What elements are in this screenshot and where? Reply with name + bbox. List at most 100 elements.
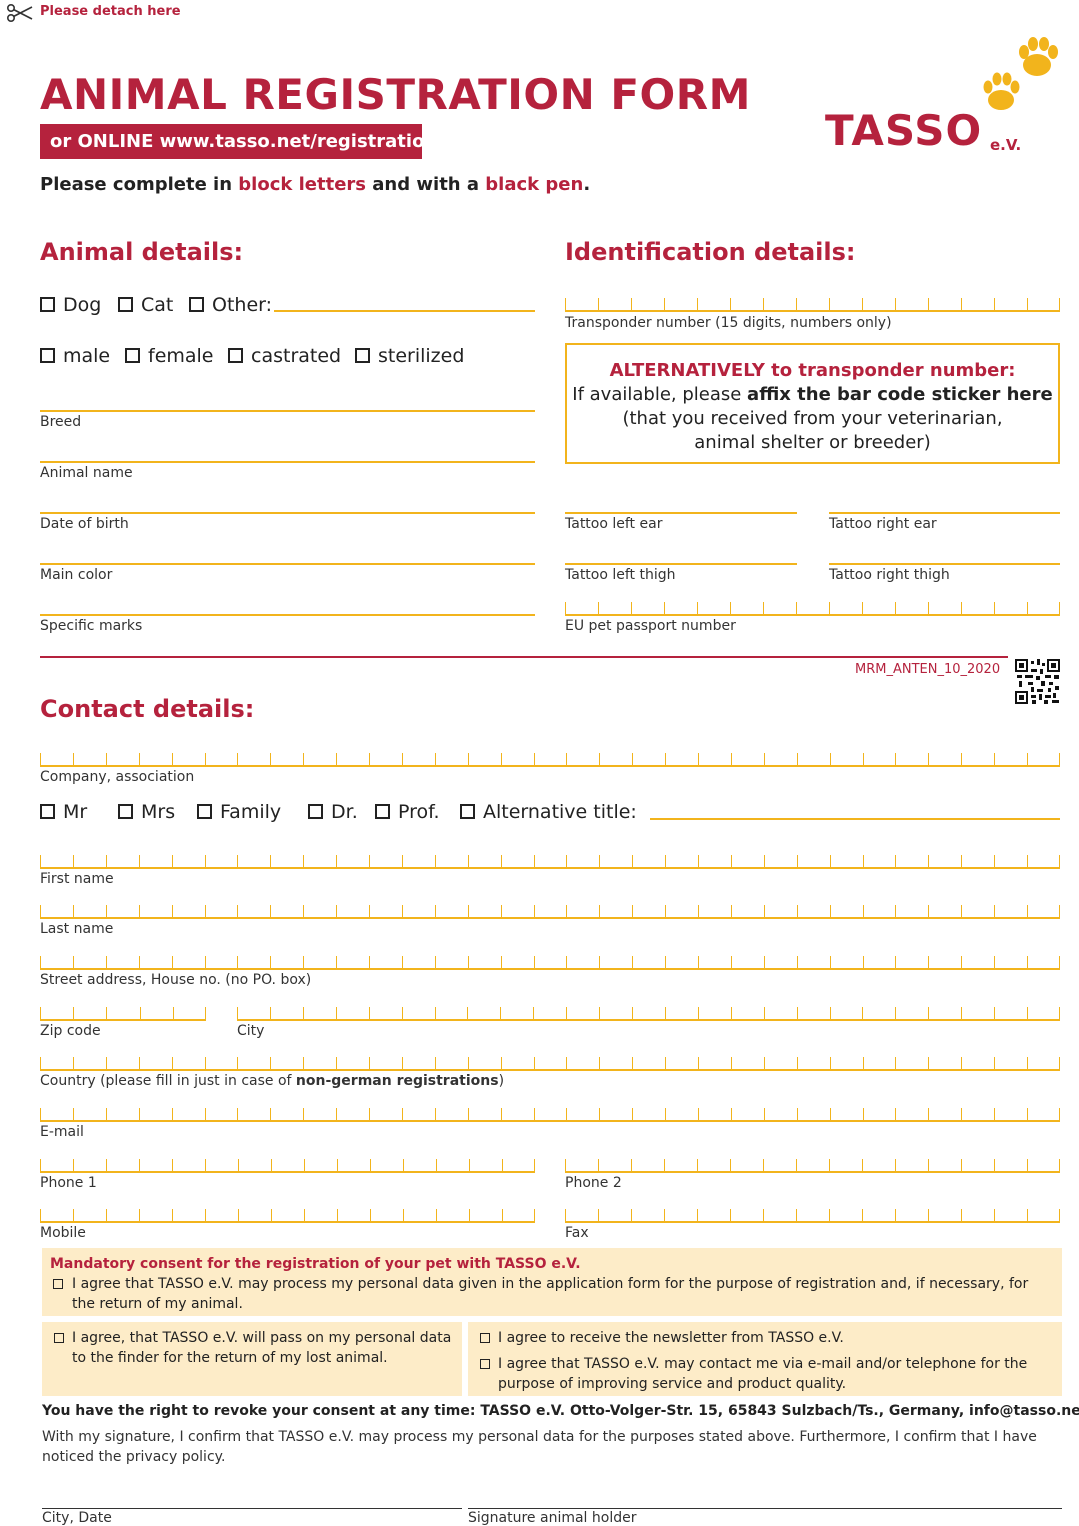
mandatory-consent-checkbox[interactable]: [53, 1279, 63, 1289]
other-species-field[interactable]: [274, 310, 535, 312]
optional-consent-box: I agree to receive the newsletter from T…: [468, 1322, 1062, 1396]
checkbox-family[interactable]: Family: [197, 801, 281, 823]
checkbox-alternative-title[interactable]: Alternative title:: [460, 801, 637, 823]
mobile-field[interactable]: [40, 1203, 535, 1223]
cell-tick: [796, 1007, 798, 1019]
cell-tick: [270, 753, 272, 765]
specific-marks-field[interactable]: [40, 614, 535, 616]
cell-tick: [502, 1159, 503, 1171]
cell-tick: [961, 1108, 963, 1120]
cell-tick: [796, 1209, 797, 1221]
breed-label: Breed: [40, 414, 82, 430]
cell-tick: [533, 855, 535, 867]
alternative-title-field[interactable]: [650, 818, 1060, 820]
cell-tick: [204, 753, 206, 765]
cell-tick: [599, 1108, 601, 1120]
cell-tick: [829, 602, 830, 614]
checkbox-female[interactable]: female: [125, 345, 214, 367]
cell-tick: [665, 905, 667, 917]
cell-tick: [599, 855, 601, 867]
checkbox-prof[interactable]: Prof.: [375, 801, 440, 823]
cell-tick: [238, 1159, 239, 1171]
mandatory-consent-box: Mandatory consent for the registration o…: [42, 1248, 1062, 1316]
animal-name-field[interactable]: [40, 461, 535, 463]
cell-tick: [994, 1209, 995, 1221]
cell-tick: [862, 1209, 863, 1221]
contact-consent-item[interactable]: I agree that TASSO e.V. may contact me v…: [468, 1354, 1054, 1394]
cell-tick: [1058, 753, 1060, 765]
cell-tick: [796, 1159, 797, 1171]
form-title: ANIMAL REGISTRATION FORM: [40, 70, 751, 119]
newsletter-consent-item[interactable]: I agree to receive the newsletter from T…: [468, 1328, 1054, 1348]
cell-tick: [665, 1108, 667, 1120]
cell-tick: [172, 1007, 174, 1019]
main-color-field[interactable]: [40, 563, 535, 565]
mandatory-consent-item[interactable]: I agree that TASSO e.V. may process my p…: [50, 1274, 1054, 1314]
cell-tick: [106, 1007, 108, 1019]
checkbox-cat[interactable]: Cat: [118, 294, 173, 316]
transponder-number-field[interactable]: [565, 292, 1060, 312]
cell-tick: [469, 1159, 470, 1171]
checkbox-castrated[interactable]: castrated: [228, 345, 341, 367]
passport-number-field[interactable]: [565, 596, 1060, 616]
tattoo-left-thigh-field[interactable]: [565, 563, 797, 565]
country-field[interactable]: [40, 1051, 1060, 1071]
cell-tick: [895, 1007, 897, 1019]
checkbox-male[interactable]: male: [40, 345, 110, 367]
cell-tick: [1058, 956, 1060, 968]
checkbox-mrs[interactable]: Mrs: [118, 801, 175, 823]
cell-tick: [434, 956, 436, 968]
cell-tick: [205, 1159, 206, 1171]
cell-tick: [401, 905, 403, 917]
animal-name-label: Animal name: [40, 465, 133, 481]
phone2-field[interactable]: [565, 1153, 1060, 1173]
last-name-label: Last name: [40, 921, 114, 937]
company-field[interactable]: [40, 747, 1060, 767]
cell-tick: [368, 1007, 370, 1019]
city-date-line[interactable]: [42, 1508, 462, 1509]
finder-consent-checkbox[interactable]: [54, 1333, 64, 1343]
checkbox-sterilized[interactable]: sterilized: [355, 345, 464, 367]
first-name-field[interactable]: [40, 849, 1060, 869]
checkbox-dr[interactable]: Dr.: [308, 801, 358, 823]
cell-tick: [237, 1007, 238, 1019]
cell-tick: [1058, 298, 1060, 310]
cell-tick: [599, 1007, 601, 1019]
cell-tick: [172, 1209, 173, 1221]
cell-tick: [434, 1007, 436, 1019]
cell-tick: [862, 1108, 864, 1120]
tattoo-right-thigh-field[interactable]: [829, 563, 1060, 565]
tattoo-right-ear-field[interactable]: [829, 512, 1060, 514]
checkbox-dog[interactable]: Dog: [40, 294, 101, 316]
cell-tick: [598, 1209, 599, 1221]
last-name-field[interactable]: [40, 899, 1060, 919]
cell-tick: [665, 753, 667, 765]
fax-field[interactable]: [565, 1203, 1060, 1223]
phone1-field[interactable]: [40, 1153, 535, 1173]
online-banner[interactable]: or ONLINE www.tasso.net/registration: [40, 124, 437, 159]
cell-tick: [40, 956, 41, 968]
cell-tick: [994, 1057, 996, 1069]
street-field[interactable]: [40, 950, 1060, 970]
cell-tick: [270, 855, 272, 867]
cell-tick: [730, 1007, 732, 1019]
tattoo-left-ear-field[interactable]: [565, 512, 797, 514]
cell-tick: [895, 602, 896, 614]
date-of-birth-field[interactable]: [40, 512, 535, 514]
cell-tick: [1058, 1007, 1060, 1019]
city-field[interactable]: [237, 1001, 1060, 1021]
cell-tick: [533, 1159, 535, 1171]
checkbox-mr[interactable]: Mr: [40, 801, 87, 823]
finder-consent-item[interactable]: I agree, that TASSO e.V. will pass on my…: [42, 1328, 454, 1368]
contact-consent-checkbox[interactable]: [480, 1359, 490, 1369]
email-field[interactable]: [40, 1102, 1060, 1122]
barcode-sticker-area[interactable]: ALTERNATIVELY to transponder number: If …: [565, 343, 1060, 464]
cell-tick: [599, 956, 601, 968]
cell-tick: [1027, 753, 1029, 765]
signature-line[interactable]: [468, 1508, 1062, 1509]
zip-field[interactable]: [40, 1001, 206, 1021]
breed-field[interactable]: [40, 410, 535, 412]
checkbox-other[interactable]: Other:: [189, 294, 272, 316]
newsletter-checkbox[interactable]: [480, 1333, 490, 1343]
cell-tick: [204, 905, 206, 917]
